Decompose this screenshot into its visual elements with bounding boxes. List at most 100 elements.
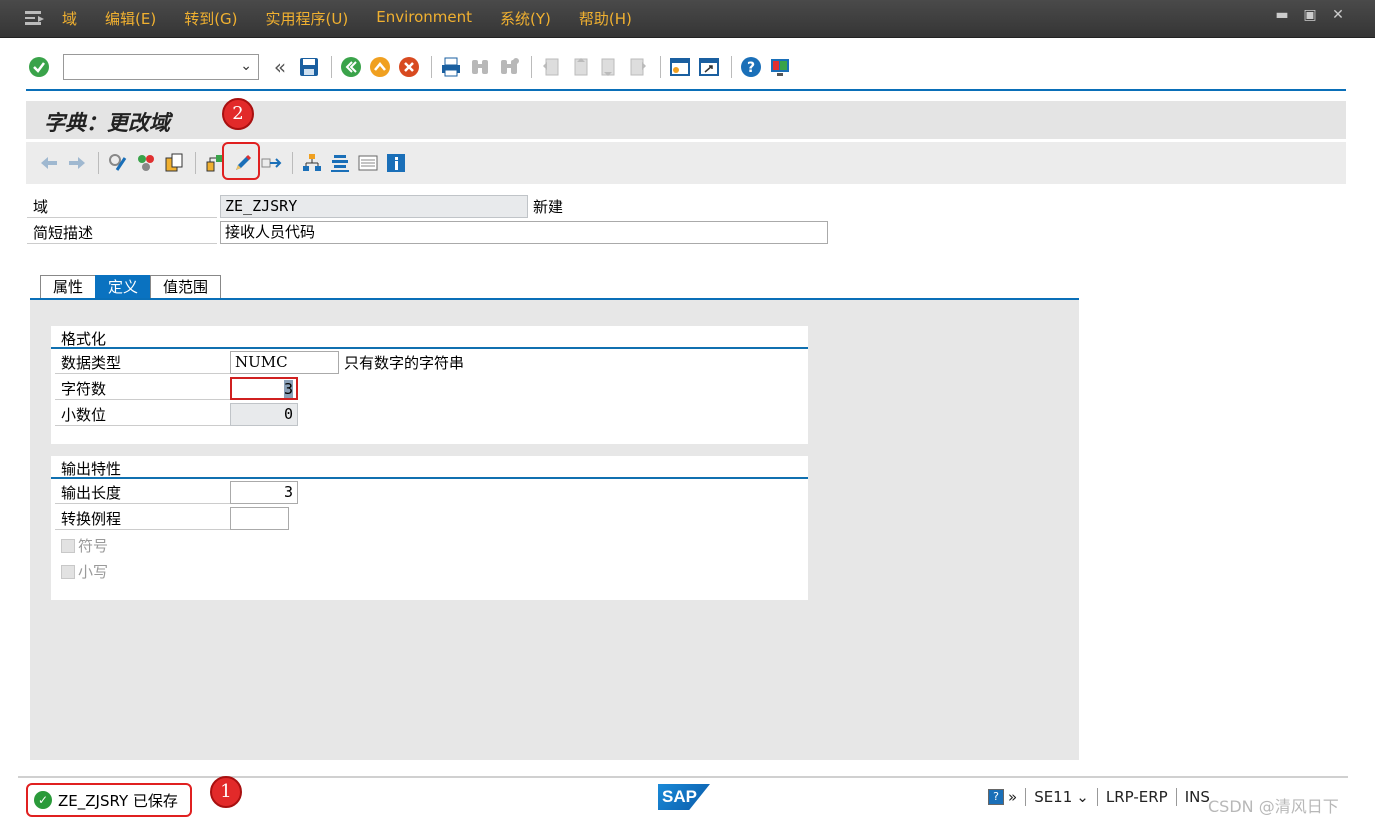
datatype-description: 只有数字的字符串 (344, 354, 465, 372)
menu-system[interactable]: 系统(Y) (500, 8, 551, 29)
group-divider (51, 477, 808, 479)
output-group-title: 输出特性 (61, 460, 122, 478)
transaction-code[interactable]: SE11 (1034, 788, 1072, 806)
find-next-icon[interactable] (496, 54, 522, 80)
status-message-text: ZE_ZJSRY 已保存 (58, 791, 178, 810)
info-icon[interactable] (383, 150, 409, 176)
conversion-routine-field[interactable] (230, 507, 289, 530)
display-object-icon[interactable] (355, 150, 381, 176)
customize-layout-icon[interactable] (767, 54, 793, 80)
help-status-icon[interactable]: ? (988, 789, 1004, 805)
expand-icon[interactable]: » (1008, 788, 1017, 806)
page-title: 字典：更改域 (44, 110, 170, 135)
datatype-label: 数据类型 (55, 352, 230, 374)
chevron-down-icon[interactable]: ⌄ (1076, 788, 1089, 806)
annotation-badge-1: 1 (210, 776, 242, 808)
annotation-highlight-edit (222, 142, 260, 180)
last-page-icon[interactable] (625, 54, 651, 80)
short-desc-field[interactable]: 接收人员代码 (220, 221, 828, 244)
find-icon[interactable] (467, 54, 493, 80)
chevron-down-icon[interactable]: ⌄ (240, 58, 252, 74)
decimals-field: 0 (230, 403, 298, 426)
datatype-field[interactable]: NUMC (230, 351, 339, 374)
sign-label: 符号 (78, 537, 109, 555)
back-icon[interactable] (338, 54, 364, 80)
toolbar-separator (195, 152, 196, 174)
menu-utilities[interactable]: 实用程序(U) (266, 8, 349, 29)
command-field[interactable]: ⌄ (63, 54, 259, 80)
hierarchy-icon[interactable] (299, 150, 325, 176)
domain-status: 新建 (533, 198, 564, 216)
domain-field: ZE_ZJSRY (220, 195, 528, 218)
success-icon: ✓ (34, 791, 52, 809)
first-page-icon[interactable] (538, 54, 564, 80)
toolbar-separator (431, 56, 432, 78)
group-divider (51, 347, 808, 349)
other-object-icon[interactable] (133, 150, 159, 176)
watermark: CSDN @清风日下 (1208, 797, 1339, 816)
tab-attributes[interactable]: 属性 (40, 275, 97, 299)
lowercase-label: 小写 (78, 563, 109, 581)
short-desc-label: 简短描述 (27, 222, 217, 244)
toolbar-separator (98, 152, 99, 174)
menu-bar: 域 编辑(E) 转到(G) 实用程序(U) Environment 系统(Y) … (0, 0, 1375, 38)
shortcut-icon[interactable] (696, 54, 722, 80)
system-name: LRP-ERP (1105, 788, 1168, 806)
format-group-title: 格式化 (61, 330, 107, 348)
toolbar-separator (531, 56, 532, 78)
move-icon[interactable] (258, 150, 284, 176)
print-icon[interactable] (438, 54, 464, 80)
maximize-icon[interactable]: ▣ (1303, 8, 1317, 22)
previous-page-icon[interactable] (567, 54, 593, 80)
enter-icon[interactable] (26, 54, 52, 80)
chars-value: 3 (283, 380, 293, 398)
toolbar-divider (26, 89, 1346, 91)
object-list-icon[interactable] (327, 150, 353, 176)
save-icon[interactable] (296, 54, 322, 80)
toolbar-separator (731, 56, 732, 78)
menu-goto[interactable]: 转到(G) (184, 8, 237, 29)
domain-label: 域 (27, 196, 217, 218)
tab-definition[interactable]: 定义 (95, 275, 152, 299)
back-arrow-icon[interactable] (36, 150, 62, 176)
exit-icon[interactable] (367, 54, 393, 80)
chars-field[interactable]: 3 (230, 377, 298, 400)
system-info: ? » SE11 ⌄ LRP-ERP INS (988, 788, 1210, 806)
menu-environment[interactable]: Environment (376, 8, 472, 29)
annotation-badge-2: 2 (222, 98, 254, 130)
collapse-icon[interactable]: « (267, 54, 293, 80)
copy-object-icon[interactable] (161, 150, 187, 176)
status-message[interactable]: ✓ ZE_ZJSRY 已保存 (26, 783, 192, 817)
decimals-label: 小数位 (55, 404, 230, 426)
cancel-icon[interactable] (396, 54, 422, 80)
status-separator (1025, 788, 1027, 806)
lowercase-checkbox[interactable]: 小写 (61, 561, 108, 582)
menu-help[interactable]: 帮助(H) (579, 8, 632, 29)
status-separator (1175, 788, 1177, 806)
menu-icon[interactable] (24, 9, 46, 27)
forward-arrow-icon[interactable] (64, 150, 90, 176)
system-toolbar: ⌄ « ? (26, 48, 1346, 86)
close-icon[interactable]: ✕ (1331, 8, 1345, 22)
minimize-icon[interactable]: ▬ (1275, 8, 1289, 22)
menu-domain[interactable]: 域 (62, 8, 77, 29)
toolbar-separator (331, 56, 332, 78)
toolbar-separator (292, 152, 293, 174)
status-separator (1096, 788, 1098, 806)
chars-label: 字符数 (55, 378, 230, 400)
help-icon[interactable]: ? (738, 54, 764, 80)
output-length-field[interactable]: 3 (230, 481, 298, 504)
conversion-routine-label: 转换例程 (55, 508, 230, 530)
checkbox-box[interactable] (61, 564, 75, 579)
output-length-label: 输出长度 (55, 482, 230, 504)
insert-mode[interactable]: INS (1185, 788, 1210, 806)
checkbox-box[interactable] (61, 538, 75, 553)
sign-checkbox[interactable]: 符号 (61, 535, 108, 556)
next-page-icon[interactable] (596, 54, 622, 80)
tab-strip: 属性 定义 值范围 (40, 275, 222, 299)
svg-text:?: ? (747, 60, 755, 76)
tab-value-range[interactable]: 值范围 (150, 275, 222, 299)
new-session-icon[interactable] (667, 54, 693, 80)
display-change-icon[interactable] (105, 150, 131, 176)
menu-edit[interactable]: 编辑(E) (105, 8, 156, 29)
